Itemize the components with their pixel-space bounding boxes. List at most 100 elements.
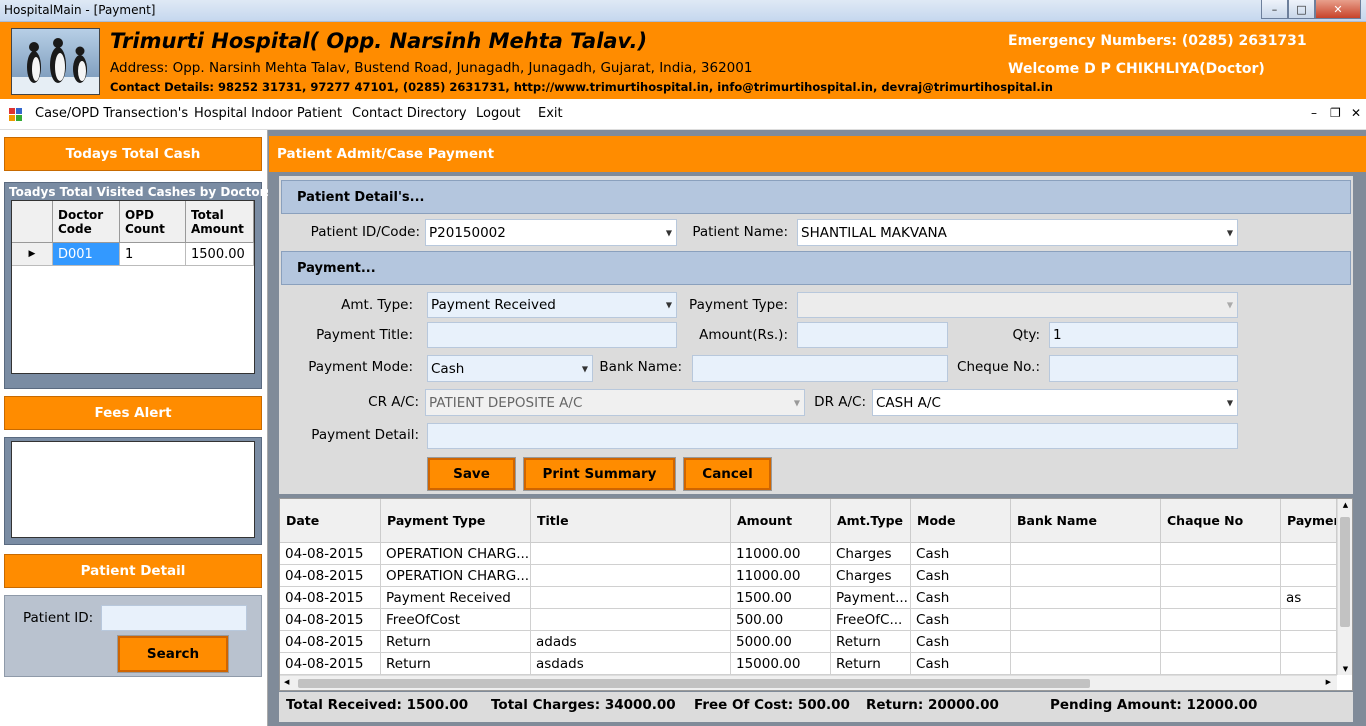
table-cell[interactable]: Cash [911, 609, 1011, 631]
table-cell[interactable]: Payment Received [381, 587, 531, 609]
table-cell[interactable] [1011, 609, 1161, 631]
grid-cell-doctor-code[interactable]: D001 [53, 243, 120, 266]
table-row[interactable]: 04-08-2015 OPERATION CHARG... 11000.00 Char… [280, 543, 1337, 565]
col-date[interactable]: Date [280, 499, 381, 543]
table-cell[interactable]: OPERATION CHARG... [381, 543, 531, 565]
table-cell[interactable]: 1500.00 [731, 587, 831, 609]
amount-input[interactable] [797, 322, 948, 348]
menu-case-opd[interactable]: Case/OPD Transection's [35, 106, 188, 121]
col-amount[interactable]: Amount [731, 499, 831, 543]
bank-name-input[interactable] [692, 355, 948, 382]
col-bank-name[interactable]: Bank Name [1011, 499, 1161, 543]
patient-name-combo[interactable]: SHANTILAL MAKVANA ▼ [797, 219, 1238, 246]
table-cell[interactable]: Cash [911, 653, 1011, 675]
table-cell[interactable]: 5000.00 [731, 631, 831, 653]
table-row[interactable]: 04-08-2015 Return asdads 15000.00 Return Cash [280, 653, 1337, 675]
cancel-button[interactable]: Cancel [683, 457, 772, 491]
table-cell[interactable] [1281, 543, 1337, 565]
row-selector-icon[interactable]: ▶ [12, 243, 53, 266]
table-cell[interactable] [531, 565, 731, 587]
menu-contact-directory[interactable]: Contact Directory [352, 106, 467, 121]
table-cell[interactable] [1161, 587, 1281, 609]
table-cell[interactable] [1281, 631, 1337, 653]
table-row[interactable]: 04-08-2015 OPERATION CHARG... 11000.00 Char… [280, 565, 1337, 587]
mdi-restore-icon[interactable]: ❐ [1330, 106, 1341, 120]
dr-ac-combo[interactable]: CASH A/C ▼ [872, 389, 1238, 416]
table-cell[interactable] [1011, 631, 1161, 653]
chevron-down-icon[interactable]: ▼ [1227, 301, 1233, 310]
grid-cell-opd-count[interactable]: 1 [120, 243, 186, 266]
col-chaque-no[interactable]: Chaque No [1161, 499, 1281, 543]
table-cell[interactable] [1011, 653, 1161, 675]
table-cell[interactable] [1281, 565, 1337, 587]
horizontal-scroll-thumb[interactable] [298, 679, 1090, 688]
table-cell[interactable]: Return [831, 631, 911, 653]
table-cell[interactable] [1011, 587, 1161, 609]
amt-type-combo[interactable]: Payment Received ▼ [427, 292, 677, 318]
table-row[interactable]: 04-08-2015 FreeOfCost 500.00 FreeOfC... Cash [280, 609, 1337, 631]
payment-type-combo[interactable]: ▼ [797, 292, 1238, 318]
payment-detail-input[interactable] [427, 423, 1238, 449]
app-menu-icon[interactable] [9, 108, 22, 121]
scroll-left-icon[interactable]: ◀ [284, 678, 289, 686]
grid-header-total-amount[interactable]: Total Amount [186, 201, 254, 243]
table-cell[interactable]: adads [531, 631, 731, 653]
table-cell[interactable]: FreeOfCost [381, 609, 531, 631]
vertical-scrollbar[interactable]: ▲ ▼ [1337, 499, 1352, 675]
table-cell[interactable] [1281, 609, 1337, 631]
table-cell[interactable]: Payment... [831, 587, 911, 609]
minimize-icon[interactable]: – [1261, 0, 1288, 19]
table-cell[interactable]: Return [381, 653, 531, 675]
menu-logout[interactable]: Logout [476, 106, 521, 121]
table-cell[interactable] [531, 543, 731, 565]
table-cell[interactable]: Return [381, 631, 531, 653]
fees-alert-list[interactable] [11, 441, 255, 538]
table-cell[interactable]: 04-08-2015 [280, 631, 381, 653]
col-amt-type[interactable]: Amt.Type [831, 499, 911, 543]
table-cell[interactable]: as [1281, 587, 1337, 609]
table-cell[interactable] [1011, 565, 1161, 587]
col-payment-type[interactable]: Payment Type [381, 499, 531, 543]
table-cell[interactable] [1161, 653, 1281, 675]
grid-cell-total-amount[interactable]: 1500.00 [186, 243, 254, 266]
print-summary-button[interactable]: Print Summary [523, 457, 676, 491]
table-cell[interactable] [531, 609, 731, 631]
table-cell[interactable]: Cash [911, 631, 1011, 653]
table-cell[interactable]: 04-08-2015 [280, 609, 381, 631]
table-cell[interactable] [531, 587, 731, 609]
table-cell[interactable]: Charges [831, 565, 911, 587]
table-cell[interactable]: Cash [911, 543, 1011, 565]
close-icon[interactable]: ✕ [1315, 0, 1361, 19]
menu-exit[interactable]: Exit [538, 106, 563, 121]
table-cell[interactable]: Cash [911, 565, 1011, 587]
table-cell[interactable]: 500.00 [731, 609, 831, 631]
search-button[interactable]: Search [117, 635, 229, 673]
table-cell[interactable]: OPERATION CHARG... [381, 565, 531, 587]
table-cell[interactable]: 04-08-2015 [280, 587, 381, 609]
col-mode[interactable]: Mode [911, 499, 1011, 543]
table-cell[interactable]: 04-08-2015 [280, 565, 381, 587]
scroll-up-icon[interactable]: ▲ [1338, 501, 1353, 509]
table-cell[interactable]: 04-08-2015 [280, 653, 381, 675]
table-cell[interactable] [1011, 543, 1161, 565]
menu-indoor-patient[interactable]: Hospital Indoor Patient [194, 106, 342, 121]
cr-ac-combo[interactable]: PATIENT DEPOSITE A/C ▼ [425, 389, 805, 416]
chevron-down-icon[interactable]: ▼ [1227, 398, 1233, 407]
table-row[interactable]: 04-08-2015 Payment Received 1500.00 Payment… [280, 587, 1337, 609]
payment-mode-combo[interactable]: Cash ▼ [427, 355, 593, 382]
mdi-minimize-icon[interactable]: – [1311, 106, 1317, 120]
patient-id-search-input[interactable] [101, 605, 247, 631]
table-cell[interactable]: Return [831, 653, 911, 675]
chevron-down-icon[interactable]: ▼ [666, 301, 672, 310]
table-cell[interactable]: 15000.00 [731, 653, 831, 675]
table-cell[interactable] [1161, 565, 1281, 587]
cheque-no-input[interactable] [1049, 355, 1238, 382]
table-cell[interactable]: Charges [831, 543, 911, 565]
chevron-down-icon[interactable]: ▼ [582, 364, 588, 373]
chevron-down-icon[interactable]: ▼ [1227, 228, 1233, 237]
col-payment[interactable]: Payment [1281, 499, 1337, 543]
payment-title-input[interactable] [427, 322, 677, 348]
mdi-close-icon[interactable]: ✕ [1351, 106, 1361, 120]
table-row[interactable]: 04-08-2015 Return adads 5000.00 Return Cash [280, 631, 1337, 653]
chevron-down-icon[interactable]: ▼ [666, 228, 672, 237]
